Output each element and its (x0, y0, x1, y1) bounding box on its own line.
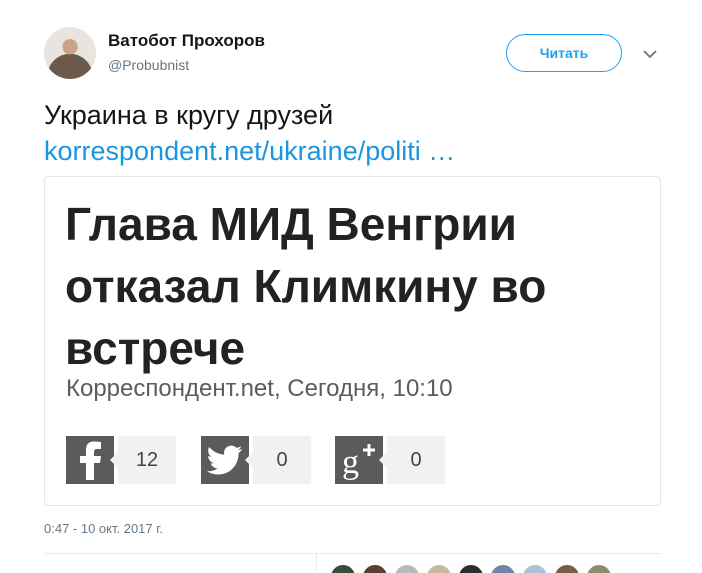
google-plus-icon: g (335, 436, 383, 484)
liker-avatar[interactable] (426, 564, 452, 573)
share-google-plus: g 0 (335, 436, 445, 484)
twitter-icon (201, 436, 249, 484)
share-facebook: 12 (66, 436, 176, 484)
tweet-text: Украина в кругу друзей (44, 100, 334, 130)
card-headline: Глава МИД Венгрии отказал Климкину во вс… (65, 198, 547, 374)
share-count: 0 (379, 436, 445, 484)
tweet-link[interactable]: korrespondent.net/ukraine/politi … (44, 135, 455, 167)
tweet-timestamp[interactable]: 0:47 - 10 окт. 2017 г. (44, 521, 163, 536)
chevron-down-icon[interactable] (640, 44, 660, 64)
share-count: 0 (245, 436, 311, 484)
link-preview-card[interactable]: Глава МИД Венгрии отказал Климкину во вс… (44, 176, 661, 506)
share-count: 12 (110, 436, 176, 484)
liker-avatar[interactable] (586, 564, 612, 573)
liker-avatar[interactable] (554, 564, 580, 573)
author-name[interactable]: Ватобот Прохоров (108, 31, 265, 51)
liker-avatar[interactable] (490, 564, 516, 573)
liker-avatar[interactable] (362, 564, 388, 573)
liker-avatar[interactable] (330, 564, 356, 573)
divider (44, 553, 661, 554)
liker-avatar[interactable] (394, 564, 420, 573)
card-source: Корреспондент.net, Сегодня, 10:10 (66, 375, 453, 402)
facebook-icon (66, 436, 114, 484)
svg-text:g: g (342, 444, 359, 480)
author-avatar[interactable] (44, 27, 96, 79)
divider (316, 553, 317, 573)
liker-avatar[interactable] (458, 564, 484, 573)
liker-avatars[interactable] (330, 564, 618, 573)
share-twitter: 0 (201, 436, 311, 484)
follow-button[interactable]: Читать (506, 34, 622, 72)
liker-avatar[interactable] (522, 564, 548, 573)
author-handle[interactable]: @Probubnist (108, 57, 189, 73)
